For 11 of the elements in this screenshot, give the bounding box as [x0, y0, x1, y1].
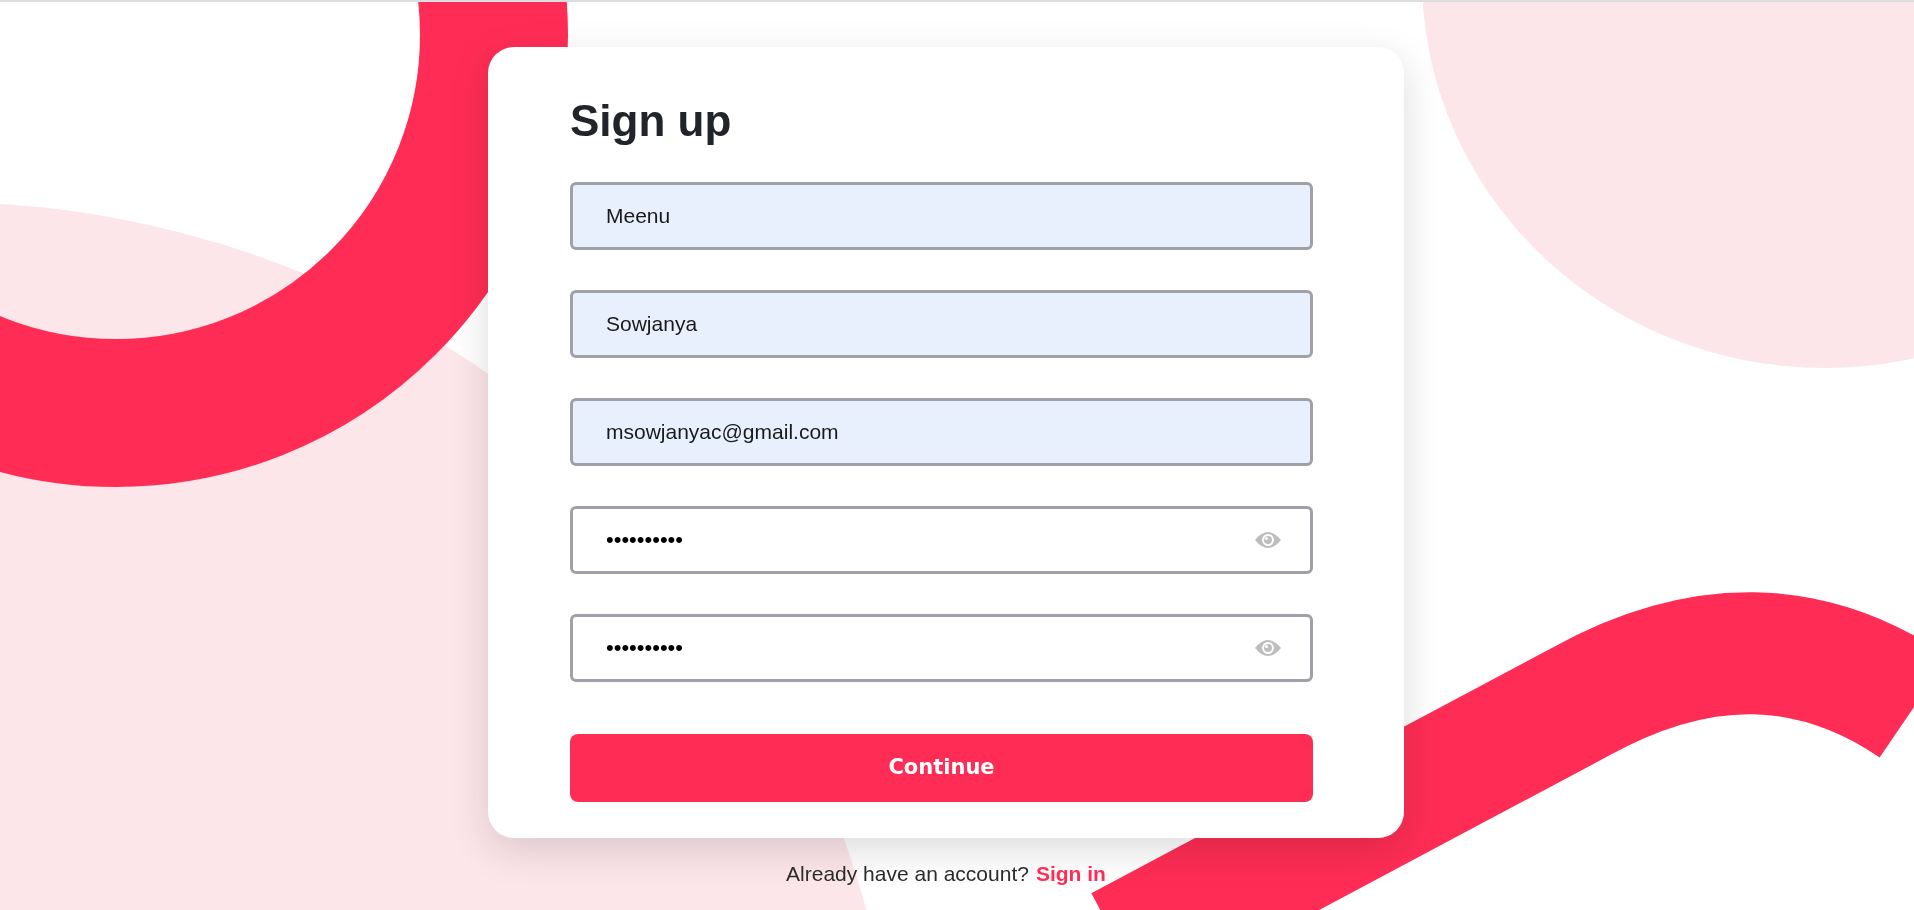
input-field[interactable]: Sowjanya	[570, 289, 1313, 358]
sign-in-link[interactable]: Sign in	[1035, 857, 1106, 890]
input-field[interactable]: msowjanyac@gmail.com	[570, 397, 1313, 466]
continue-button[interactable]: Continue	[570, 733, 1313, 802]
eye-icon[interactable]	[1254, 529, 1282, 550]
input-field[interactable]: Meenu	[570, 181, 1313, 250]
password-field[interactable]: ••••••••••	[570, 613, 1313, 682]
password-field[interactable]: ••••••••••	[570, 505, 1313, 574]
footer-text: Already have an account?	[786, 860, 1029, 887]
form-title: Sign up	[570, 95, 733, 147]
eye-icon[interactable]	[1254, 637, 1282, 658]
